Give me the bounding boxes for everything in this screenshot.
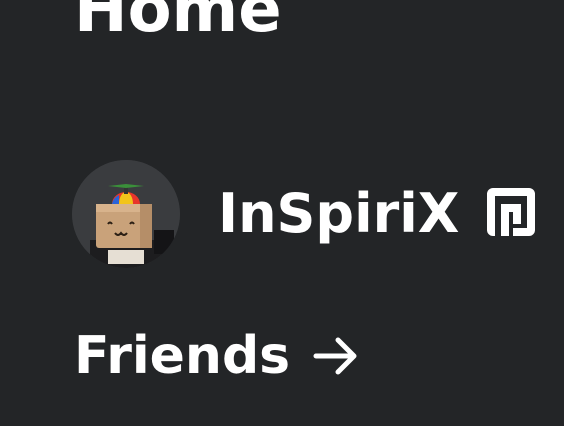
username[interactable]: InSpiriX: [218, 187, 459, 241]
avatar[interactable]: [72, 160, 180, 268]
page-title: Home: [74, 0, 282, 47]
avatar-image: [72, 160, 180, 268]
premium-icon: [487, 188, 536, 236]
arrow-right-icon: [313, 337, 357, 375]
friends-link[interactable]: Friends: [74, 330, 362, 382]
profile-row[interactable]: InSpiriX: [72, 160, 541, 268]
friends-label: Friends: [74, 326, 291, 386]
